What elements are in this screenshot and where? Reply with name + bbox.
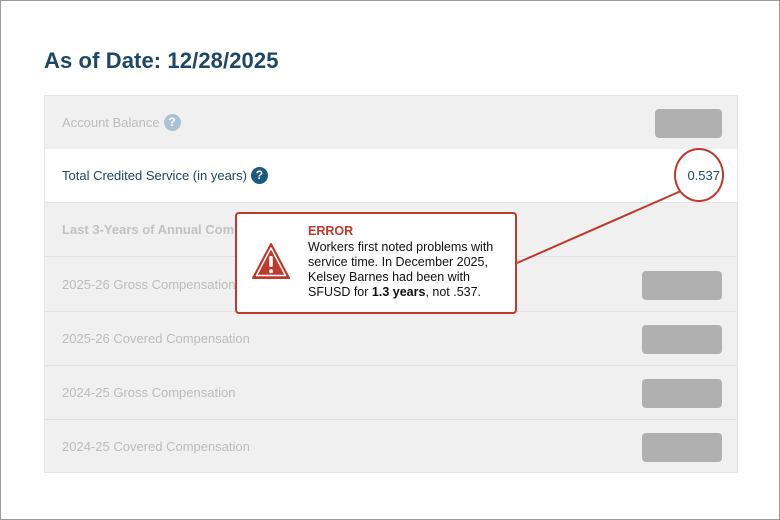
help-icon[interactable]: ? — [250, 167, 268, 185]
error-title: ERROR — [308, 224, 354, 238]
gross-2025-26-label: 2025-26 Gross Compensation — [62, 277, 236, 292]
error-message-emphasis: 1.3 years — [371, 285, 426, 299]
covered-2025-26-value-placeholder — [642, 325, 722, 354]
row-2025-26-covered: 2025-26 Covered Compensation — [45, 312, 737, 366]
credited-service-label-text: Total Credited Service (in years) — [62, 168, 247, 183]
error-message: Workers first noted problems with servic… — [308, 240, 512, 300]
row-credited-service: Total Credited Service (in years)? 0.537 — [45, 149, 737, 203]
help-icon[interactable]: ? — [163, 114, 181, 132]
page-title: As of Date: 12/28/2025 — [44, 48, 279, 73]
account-balance-value-placeholder — [655, 109, 722, 138]
gross-2024-25-label: 2024-25 Gross Compensation — [62, 385, 236, 400]
credited-service-label: Total Credited Service (in years)? — [62, 167, 268, 185]
covered-2024-25-label: 2024-25 Covered Compensation — [62, 439, 250, 454]
row-account-balance: Account Balance? — [45, 96, 737, 150]
row-2024-25-gross: 2024-25 Gross Compensation — [45, 366, 737, 420]
row-2024-25-covered: 2024-25 Covered Compensation — [45, 420, 737, 474]
error-callout: ERROR Workers first noted problems with … — [235, 212, 517, 314]
gross-2025-26-value-placeholder — [642, 271, 722, 300]
account-balance-label-text: Account Balance — [62, 115, 160, 130]
covered-2024-25-value-placeholder — [642, 433, 722, 462]
account-balance-label: Account Balance? — [62, 114, 181, 132]
covered-2025-26-label: 2025-26 Covered Compensation — [62, 331, 250, 346]
gross-2024-25-value-placeholder — [642, 379, 722, 408]
screenshot-frame: As of Date: 12/28/2025 Account Balance? … — [0, 0, 780, 520]
value-highlight-circle — [674, 148, 724, 202]
warning-triangle-icon — [252, 243, 290, 279]
error-message-part: , not .537. — [425, 285, 482, 299]
